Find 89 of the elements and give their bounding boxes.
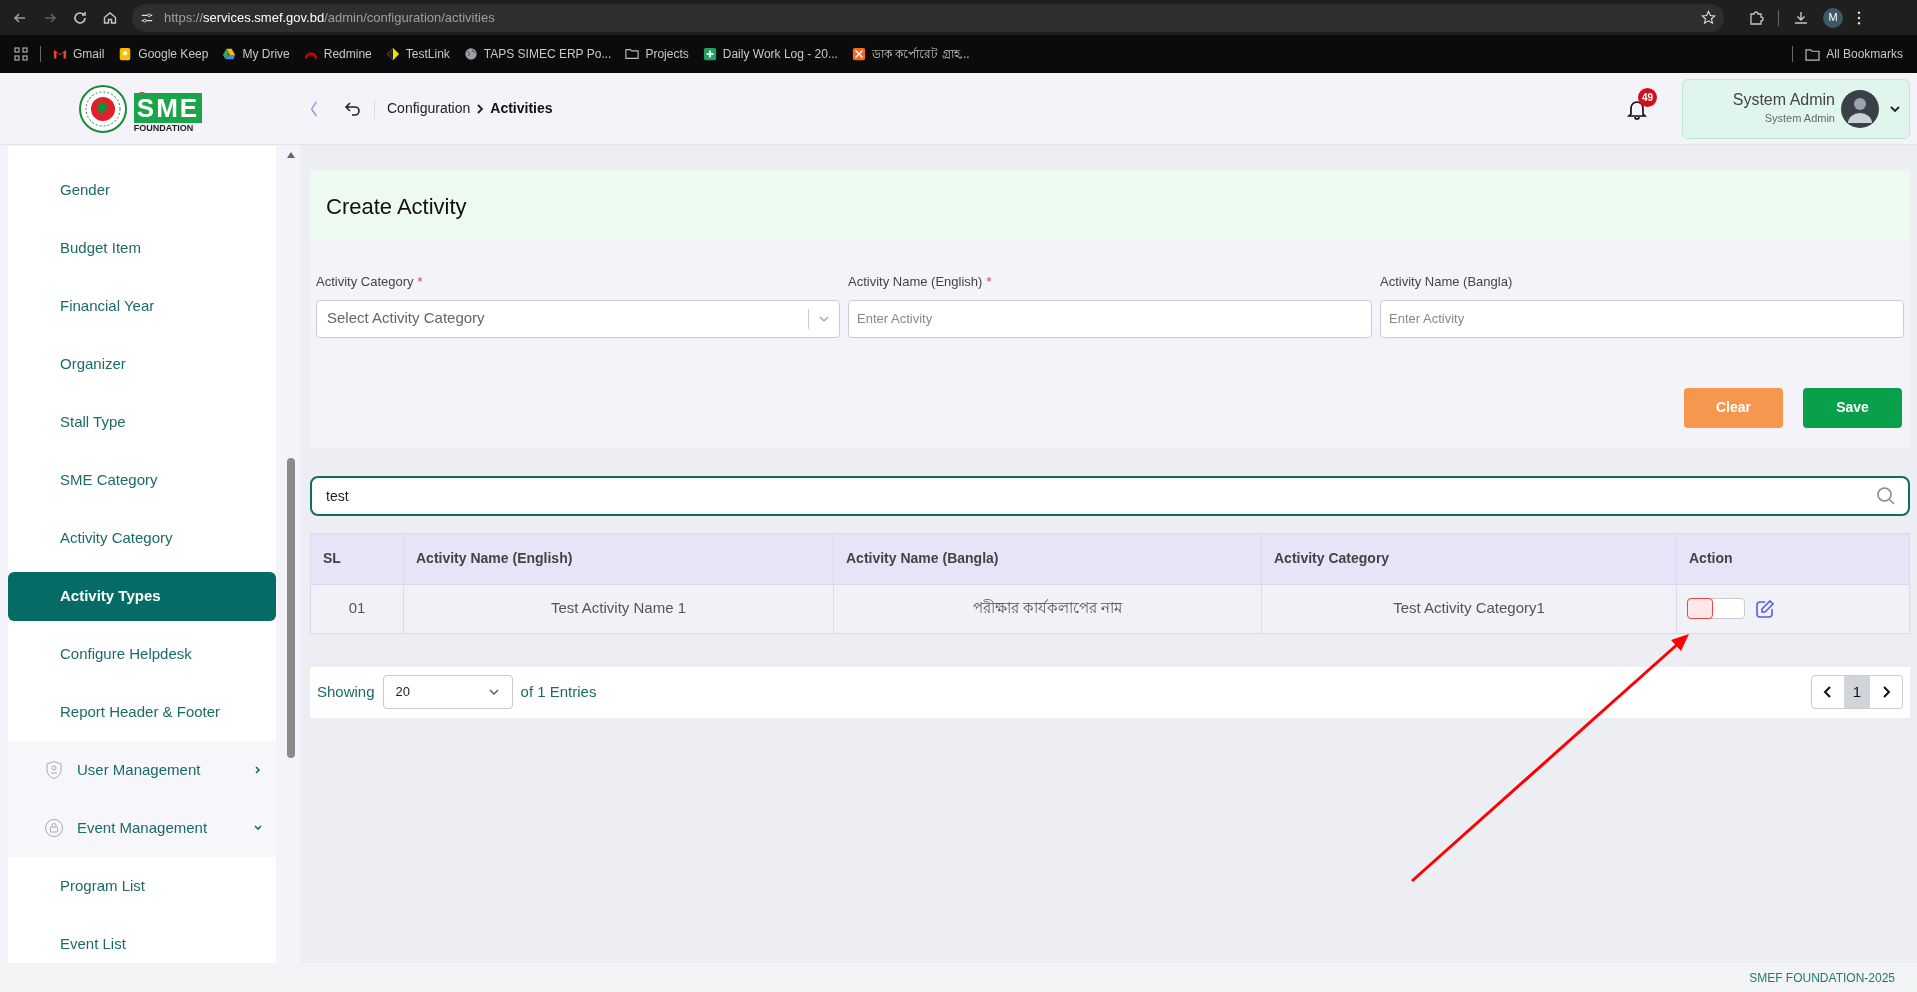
apps-grid-icon[interactable]: [14, 47, 28, 61]
sidebar-item[interactable]: SME Category: [8, 455, 276, 505]
url-text: https://services.smef.gov.bd/admin/configuration/activities: [164, 8, 496, 27]
breadcrumb-current: Activities: [490, 99, 553, 118]
diamond-icon: [385, 47, 400, 61]
bookmark-link[interactable]: TAPS SIMEC ERP Po...: [463, 45, 612, 63]
chevron-right-icon: [475, 102, 486, 115]
field-label: Activity Name (Bangla): [1380, 273, 1513, 291]
lock-icon: [44, 818, 64, 838]
footer-text: SMEF FOUNDATION-2025: [1749, 969, 1895, 987]
required-asterisk: *: [417, 273, 423, 291]
showing-label: Showing: [317, 681, 375, 702]
table-cell: পরীক্ষার কার্যকলাপের নাম: [833, 584, 1261, 633]
collapse-icon[interactable]: [310, 99, 318, 118]
download-icon[interactable]: [1793, 9, 1809, 26]
sidebar-item[interactable]: Report Header & Footer: [8, 687, 276, 737]
shield-icon: [44, 760, 64, 780]
bookmark-link[interactable]: Gmail: [53, 45, 105, 63]
sidebar-item[interactable]: Activity Types: [8, 571, 276, 621]
field-label: Activity Name (English): [848, 273, 983, 291]
extensions-icon[interactable]: [1748, 9, 1764, 26]
bulb-icon: [118, 47, 133, 61]
search-field[interactable]: test: [310, 475, 1910, 516]
bookmark-link[interactable]: ডাক কর্পোরেট গ্রাহ...: [851, 45, 970, 63]
breadcrumb-link[interactable]: Configuration: [387, 98, 471, 119]
avatar: [1841, 89, 1879, 128]
status-toggle[interactable]: [1687, 598, 1745, 619]
mail-icon: [53, 47, 67, 61]
sidebar-item[interactable]: Budget Item: [8, 223, 276, 273]
logo-text: SME: [133, 93, 203, 123]
bookmark-link[interactable]: Redmine: [303, 45, 372, 63]
input-field[interactable]: Enter Activity: [1380, 299, 1904, 338]
menu-icon[interactable]: [1857, 10, 1861, 25]
sidebar-item[interactable]: Activity Category: [8, 513, 276, 563]
site-settings-icon[interactable]: [140, 10, 154, 25]
sidebar-item[interactable]: Program List: [8, 861, 276, 911]
column-header: Action: [1676, 533, 1909, 584]
page-size-select[interactable]: 20: [382, 675, 513, 709]
emblem-icon: [77, 83, 128, 134]
table-cell: Test Activity Name 1: [403, 584, 833, 633]
sidebar-item[interactable]: Gender: [8, 165, 276, 215]
bookmark-link[interactable]: TestLink: [385, 45, 450, 63]
sidebar-group-label: User Management: [77, 759, 202, 780]
star-icon[interactable]: [1701, 10, 1716, 25]
address-bar[interactable]: https://services.smef.gov.bd/admin/configuration/activities: [132, 3, 1724, 32]
sidebar-item[interactable]: Configure Helpdesk: [8, 629, 276, 679]
select-field[interactable]: Select Activity Category: [316, 299, 840, 338]
column-header: Activity Name (English): [403, 533, 833, 584]
entries-label: of 1 Entries: [520, 681, 598, 702]
bookmark-link[interactable]: Google Keep: [118, 45, 209, 63]
card-title: Create Activity: [326, 192, 467, 221]
logo-subtitle: FOUNDATION: [133, 123, 195, 134]
notification-badge: 49: [1638, 87, 1657, 107]
sidebar-group-label: Event Management: [77, 817, 209, 838]
chevron-right-icon: [1880, 685, 1892, 699]
chevron-left-icon: [1822, 685, 1834, 699]
sidebar-item[interactable]: Stall Type: [8, 397, 276, 447]
page-button[interactable]: 1: [1844, 676, 1870, 708]
table-cell-text: 01: [347, 598, 367, 619]
column-header: Activity Category: [1261, 533, 1676, 584]
folder-icon[interactable]: [1805, 47, 1821, 61]
profile-avatar[interactable]: M: [1823, 7, 1843, 28]
scroll-up-icon[interactable]: [287, 152, 295, 158]
reload-icon[interactable]: [72, 9, 88, 26]
sidebar-item[interactable]: Financial Year: [8, 281, 276, 331]
all-bookmarks-link[interactable]: All Bookmarks: [1826, 45, 1903, 63]
required-asterisk: *: [986, 273, 992, 291]
globe-icon: [463, 47, 478, 61]
undo-icon[interactable]: [344, 99, 362, 118]
folder-icon: [625, 47, 640, 61]
bookmark-link[interactable]: Projects: [625, 45, 689, 63]
user-role: System Admin: [1764, 111, 1835, 127]
sidebar-item[interactable]: Organizer: [8, 339, 276, 389]
search-icon[interactable]: [1876, 485, 1896, 506]
triangle-icon: [222, 47, 237, 61]
scrollbar-thumb[interactable]: [287, 458, 295, 758]
field-label: Activity Category: [316, 273, 414, 291]
grid-icon: [851, 47, 866, 61]
column-header: Activity Name (Bangla): [833, 533, 1261, 584]
bookmark-link[interactable]: My Drive: [222, 45, 290, 63]
table-cell: Test Activity Category1: [1261, 584, 1676, 633]
sidebar-item[interactable]: Event List: [8, 919, 276, 963]
bookmark-link[interactable]: Daily Work Log - 20...: [702, 45, 838, 63]
user-name: System Admin: [1732, 90, 1835, 111]
input-field[interactable]: Enter Activity: [848, 299, 1372, 338]
column-header: SL: [322, 549, 342, 568]
plus-icon: [702, 47, 717, 61]
edit-icon[interactable]: [1755, 598, 1775, 619]
user-card[interactable]: System Admin System Admin: [1682, 78, 1910, 139]
